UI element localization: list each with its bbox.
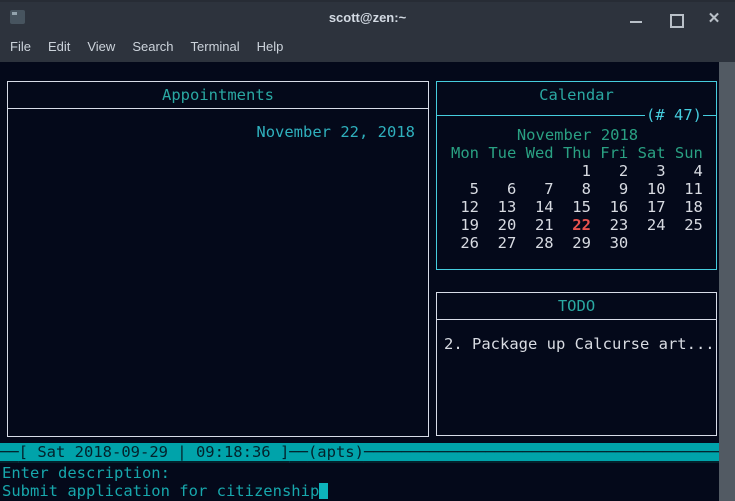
weekday-label: Thu <box>562 144 591 162</box>
separator-line <box>437 115 645 116</box>
menu-terminal[interactable]: Terminal <box>191 39 240 54</box>
terminal-scrollbar[interactable] <box>719 62 735 501</box>
separator-line <box>703 115 716 116</box>
calendar-day: 25 <box>684 216 703 234</box>
menu-view[interactable]: View <box>87 39 115 54</box>
calendar-day: 30 <box>609 234 629 252</box>
calendar-day-selected: 22 <box>572 216 591 234</box>
todo-title: TODO <box>437 293 716 320</box>
weekday-label: Fri <box>600 144 629 162</box>
appointment-count-badge: (# 47) <box>646 106 702 124</box>
calendar-day: 21 <box>534 216 554 234</box>
terminal-window: scott@zen:~ ✕ File Edit View Search Terminal… <box>0 0 735 501</box>
close-button[interactable]: ✕ <box>707 11 721 26</box>
weekday-label: Sat <box>637 144 666 162</box>
text-cursor <box>319 483 329 499</box>
description-input[interactable]: Submit application for citizenship <box>2 482 329 500</box>
calendar-day-grid: 1 2 3 4 5 6 7 8 9 10 11 12 13 14 15 16 17 18 19 20 21 22 23 24 2… <box>451 162 704 252</box>
notify-panel-label: (apts) <box>307 443 364 461</box>
notify-mid-line: ── <box>289 443 308 461</box>
calendar-day: 18 <box>684 198 703 216</box>
calendar-day: 3 <box>656 162 666 180</box>
weekday-label: Mon <box>451 144 479 162</box>
titlebar: scott@zen:~ ✕ <box>0 0 735 33</box>
calendar-panel: Calendar (# 47) November 2018 Mon Tue Wed T… <box>436 81 717 270</box>
todo-list: 2. Package up Calcurse art... <box>437 320 716 353</box>
calendar-day: 2 <box>618 162 629 180</box>
calendar-day: 24 <box>646 216 666 234</box>
calendar-day: 19 <box>460 216 479 234</box>
calendar-day: 16 <box>609 198 629 216</box>
calendar-day: 12 <box>460 198 479 216</box>
calendar-day: 26 <box>460 234 479 252</box>
todo-item: 2. Package up Calcurse art... <box>444 335 715 353</box>
menu-edit[interactable]: Edit <box>48 39 70 54</box>
calendar-day: 27 <box>497 234 517 252</box>
notify-datetime: [ Sat 2018-09-29 | 09:18:36 ] <box>18 443 290 461</box>
calendar-weekday-header: Mon Tue Wed Thu Fri Sat Sun <box>451 144 704 162</box>
calendar-day: 17 <box>646 198 666 216</box>
maximize-button[interactable] <box>668 12 684 28</box>
calendar-title: Calendar <box>539 86 614 104</box>
calendar-day: 6 <box>506 180 517 198</box>
calendar-month-year: November 2018 <box>516 126 639 144</box>
calendar-day: 23 <box>609 216 629 234</box>
menu-search[interactable]: Search <box>132 39 173 54</box>
calendar-day: 29 <box>572 234 591 252</box>
calendar-day: 20 <box>497 216 517 234</box>
terminal-app-icon <box>10 10 25 24</box>
weekday-label: Sun <box>674 144 703 162</box>
window-controls: ✕ <box>629 2 721 35</box>
calendar-day: 1 <box>581 162 591 180</box>
prompt-label: Enter description: <box>2 464 170 482</box>
calendar-day <box>526 162 554 180</box>
input-text: Submit application for citizenship <box>2 482 320 500</box>
appointments-panel: Appointments November 22, 2018 <box>7 81 429 437</box>
calendar-day: 14 <box>534 198 554 216</box>
appointments-date: November 22, 2018 <box>256 123 415 141</box>
minimize-button[interactable] <box>629 12 643 26</box>
calendar-day: 9 <box>618 180 629 198</box>
menu-bar: File Edit View Search Terminal Help <box>0 33 735 62</box>
calendar-day: 28 <box>534 234 554 252</box>
window-title: scott@zen:~ <box>328 10 407 25</box>
calendar-day: 13 <box>497 198 517 216</box>
notify-bar: ── [ Sat 2018-09-29 | 09:18:36 ] ── (apt… <box>0 443 719 463</box>
calendar-separator: (# 47) <box>437 106 716 124</box>
calendar-day: 7 <box>544 180 554 198</box>
calendar-body: November 2018 Mon Tue Wed Thu Fri Sat Sun 1234… <box>451 123 704 252</box>
calendar-day: 10 <box>646 180 666 198</box>
menu-file[interactable]: File <box>10 39 31 54</box>
calendar-day <box>638 234 666 252</box>
calendar-day: 8 <box>581 180 591 198</box>
appointments-title: Appointments <box>8 82 428 109</box>
calendar-day: 15 <box>572 198 591 216</box>
calendar-day <box>675 234 703 252</box>
todo-panel: TODO 2. Package up Calcurse art... <box>436 292 717 436</box>
terminal-screen: Appointments November 22, 2018 Calendar … <box>0 62 735 501</box>
calendar-day: 5 <box>469 180 479 198</box>
calendar-day <box>451 162 479 180</box>
notify-trail-line: ────────────────────────────────────────… <box>363 443 719 461</box>
calendar-day: 11 <box>684 180 703 198</box>
notify-lead-line: ── <box>0 443 19 461</box>
calendar-day <box>488 162 516 180</box>
weekday-label: Tue <box>488 144 517 162</box>
calendar-day: 4 <box>693 162 703 180</box>
menu-help[interactable]: Help <box>257 39 284 54</box>
weekday-label: Wed <box>525 144 554 162</box>
